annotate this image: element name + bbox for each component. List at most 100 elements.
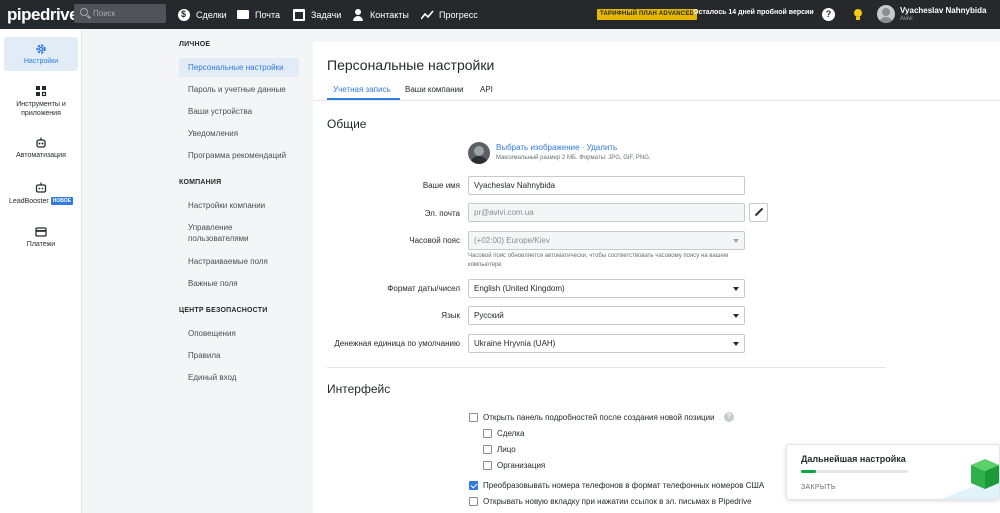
company-name: Avivi — [900, 16, 913, 22]
nav-mail[interactable]: Почта — [237, 0, 280, 29]
subnav-rules[interactable]: Правила — [179, 346, 299, 365]
name-field[interactable]: Vyacheslav Nahnybida — [468, 176, 745, 195]
gear-icon — [35, 43, 47, 55]
currency-label: Денежная единица по умолчанию — [334, 339, 460, 348]
section-general-title: Общие — [327, 117, 367, 131]
setup-panel: Дальнейшая настройка ЗАКРЫТЬ — [786, 444, 1000, 500]
search-placeholder: Поиск — [93, 9, 116, 18]
person-label: Лицо — [497, 445, 516, 454]
delete-image-link[interactable]: Удалить — [587, 143, 618, 152]
user-avatar[interactable] — [877, 5, 895, 23]
open-new-tab-checkbox[interactable] — [469, 497, 478, 506]
mail-icon — [237, 10, 249, 19]
tools-icon — [35, 85, 47, 97]
currency-select[interactable]: Ukraine Hryvnia (UAH) — [468, 334, 745, 353]
nav-progress[interactable]: Прогресс — [421, 0, 478, 29]
subnav-referral[interactable]: Программа рекомендаций — [179, 146, 299, 165]
close-button[interactable]: ЗАКРЫТЬ — [801, 484, 836, 491]
timezone-value: (+02:00) Europe/Kiev — [474, 236, 550, 245]
leftnav-tools[interactable]: Инструменты и приложения — [4, 85, 78, 118]
section-divider — [327, 367, 886, 368]
timezone-select: (+02:00) Europe/Kiev — [468, 231, 745, 250]
nav-mail-label: Почта — [255, 9, 280, 20]
timezone-hint: Часовой пояс обновляется автоматически, … — [468, 253, 728, 268]
leftnav-settings-label: Настройки — [23, 58, 59, 65]
question-icon[interactable]: ? — [724, 412, 734, 422]
nav-deals[interactable]: Сделки — [178, 0, 227, 29]
name-label: Ваше имя — [422, 181, 460, 190]
date-format-select[interactable]: English (United Kingdom) — [468, 279, 745, 298]
person-checkbox[interactable] — [483, 445, 492, 454]
nav-tasks-label: Задачи — [311, 9, 342, 20]
plan-badge[interactable]: ТАРИФНЫЙ ПЛАН ADVANCED — [597, 9, 698, 20]
email-field: pr@avivi.com.ua — [468, 203, 745, 222]
subnav-devices[interactable]: Ваши устройства — [179, 102, 299, 121]
top-bar: pipedrive Поиск Сделки Почта Задачи Конт… — [0, 0, 1000, 29]
chevron-down-icon — [733, 314, 739, 318]
user-name[interactable]: Vyacheslav Nahnybida — [900, 6, 986, 15]
date-format-value: English (United Kingdom) — [474, 284, 565, 293]
subnav-password[interactable]: Пароль и учетные данные — [179, 80, 299, 99]
link-separator: · — [579, 143, 587, 152]
edit-email-button[interactable] — [749, 203, 768, 222]
organization-checkbox[interactable] — [483, 461, 492, 470]
convert-phone-checkbox[interactable] — [469, 481, 478, 490]
leftnav-settings[interactable]: Настройки — [4, 37, 78, 71]
chevron-down-icon — [733, 287, 739, 291]
tab-api[interactable]: API — [480, 85, 493, 94]
search-input[interactable]: Поиск — [74, 4, 166, 23]
choose-image-link[interactable]: Выбрать изображение — [496, 143, 580, 152]
leftnav-tools-label: Инструменты и приложения — [16, 101, 66, 117]
section-personal-heading: ЛИЧНОЕ — [179, 41, 211, 48]
language-label: Язык — [441, 311, 460, 320]
language-value: Русский — [474, 311, 504, 320]
leadbooster-icon — [35, 182, 47, 194]
open-details-checkbox[interactable] — [469, 413, 478, 422]
deals-icon — [178, 8, 190, 21]
chevron-down-icon — [733, 342, 739, 346]
nav-contacts-label: Контакты — [370, 9, 409, 20]
open-new-tab-label: Открывать новую вкладку при нажатии ссыл… — [483, 497, 752, 506]
photo-actions: Выбрать изображение · Удалить — [496, 143, 617, 152]
email-label: Эл. почта — [424, 209, 460, 218]
setup-progress-fill — [801, 470, 816, 473]
image-hint: Максимальный размер 2 МБ. Форматы: JPG, … — [496, 155, 651, 161]
subnav-personal-settings[interactable]: Персональные настройки — [179, 58, 299, 77]
nav-tasks[interactable]: Задачи — [293, 0, 341, 29]
left-nav: Настройки Инструменты и приложения Автом… — [0, 29, 82, 513]
leftnav-leadbooster[interactable]: LeadBooster НОВОЕ — [4, 182, 78, 205]
help-icon[interactable]: ? — [822, 8, 835, 21]
profile-photo[interactable] — [468, 142, 490, 164]
section-security-heading: ЦЕНТР БЕЗОПАСНОСТИ — [179, 307, 268, 314]
page-title: Персональные настройки — [327, 57, 495, 73]
new-badge: НОВОЕ — [50, 197, 73, 205]
tab-companies[interactable]: Ваши компании — [405, 85, 464, 94]
subnav-notifications[interactable]: Уведомления — [179, 124, 299, 143]
leftnav-automation-label: Автоматизация — [16, 152, 66, 159]
subnav-user-management[interactable]: Управление пользователями — [179, 218, 279, 248]
leftnav-billing-label: Платежи — [26, 241, 56, 248]
automation-icon — [35, 137, 47, 149]
progress-icon — [421, 9, 434, 21]
nav-contacts[interactable]: Контакты — [352, 0, 409, 29]
subnav-company-settings[interactable]: Настройки компании — [179, 196, 299, 215]
convert-phone-label: Преобразовывать номера телефонов в форма… — [483, 481, 765, 490]
tab-account[interactable]: Учетная запись — [333, 85, 391, 94]
deal-checkbox[interactable] — [483, 429, 492, 438]
open-details-label: Открыть панель подробностей после создан… — [483, 413, 715, 422]
nav-progress-label: Прогресс — [439, 9, 478, 20]
lightbulb-icon[interactable] — [851, 7, 864, 21]
deal-label: Сделка — [497, 429, 525, 438]
leftnav-automation[interactable]: Автоматизация — [4, 137, 78, 159]
main-panel: Персональные настройки Учетная запись Ва… — [313, 42, 1000, 513]
pipedrive-logo[interactable]: pipedrive — [7, 5, 79, 25]
subnav-important-fields[interactable]: Важные поля — [179, 274, 299, 293]
subnav-custom-fields[interactable]: Настраиваемые поля — [179, 252, 299, 271]
language-select[interactable]: Русский — [468, 306, 745, 325]
setup-title: Дальнейшая настройка — [801, 454, 906, 464]
nav-deals-label: Сделки — [196, 9, 227, 20]
leftnav-billing[interactable]: Платежи — [4, 226, 78, 248]
subnav-alerts[interactable]: Оповещения — [179, 324, 299, 343]
subnav-sso[interactable]: Единый вход — [179, 368, 299, 387]
tabs-divider — [313, 100, 1000, 101]
